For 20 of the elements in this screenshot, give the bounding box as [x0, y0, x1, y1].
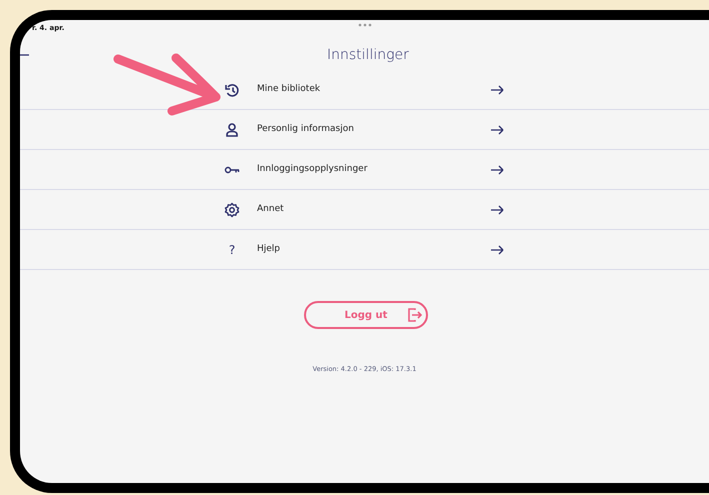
arrow-right-icon: [490, 124, 504, 134]
logout-icon: [406, 307, 422, 323]
question-mark-icon: ?: [220, 240, 244, 258]
page-title: Innstillinger: [327, 46, 409, 65]
menu-label: Personlig informasjon: [257, 122, 355, 136]
menu-row[interactable]: ? Hjelp: [20, 230, 709, 270]
menu-label: Mine bibliotek: [257, 82, 322, 96]
menu-row[interactable]: Mine bibliotek: [20, 70, 709, 110]
menu-row[interactable]: Annet: [20, 190, 709, 230]
arrow-right-icon: [490, 204, 504, 214]
arrow-right-icon: [490, 84, 504, 94]
menu-label: Innloggingsopplysninger: [257, 162, 368, 176]
annotation-arrow-icon: [112, 53, 222, 117]
menu-label: Hjelp: [257, 242, 282, 256]
arrow-right-icon: [490, 164, 504, 174]
arrow-right-icon: [490, 244, 504, 254]
multitasking-dots-icon[interactable]: [358, 23, 372, 27]
menu-row[interactable]: Innloggingsopplysninger: [20, 150, 709, 190]
menu-row[interactable]: Personlig informasjon: [20, 110, 709, 150]
menu-label: Annet: [257, 202, 285, 216]
